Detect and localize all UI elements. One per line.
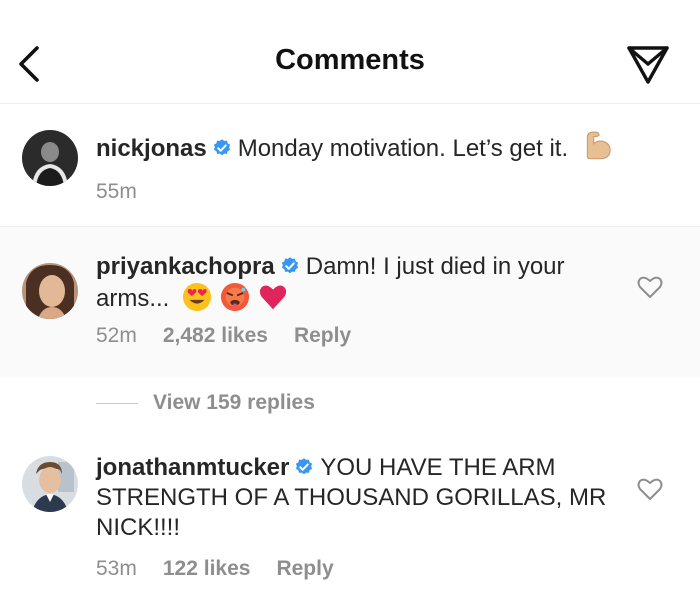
- username[interactable]: priyankachopra: [96, 253, 275, 280]
- comment-meta: 53m 122 likes Reply: [96, 557, 334, 581]
- caption-body: Monday motivation. Let’s get it.: [237, 135, 569, 162]
- comments-screen: Comments nickjonas Monday motivation. Let…: [0, 0, 700, 614]
- avatar[interactable]: [22, 130, 78, 186]
- username[interactable]: jonathanmtucker: [96, 454, 289, 481]
- paper-plane-icon: [627, 46, 669, 84]
- view-replies-label: View 159 replies: [153, 391, 315, 414]
- timestamp: 53m: [96, 557, 137, 580]
- red-heart-icon: [259, 285, 287, 310]
- likes-count[interactable]: 2,482 likes: [163, 324, 268, 347]
- page-title: Comments: [275, 44, 425, 76]
- reply-button[interactable]: Reply: [276, 557, 333, 580]
- comment-item: jonathanmtucker YOU HAVE THE ARM STRENGTH…: [0, 438, 700, 614]
- likes-count[interactable]: 122 likes: [163, 557, 251, 580]
- verified-badge-icon: [213, 139, 230, 156]
- verified-badge-icon: [281, 257, 298, 274]
- divider-line: [96, 402, 138, 404]
- view-replies-link[interactable]: View 159 replies: [96, 388, 315, 418]
- comment-item: priyankachopra Damn! I just died in your …: [0, 227, 700, 377]
- reply-button[interactable]: Reply: [294, 324, 351, 347]
- caption-meta: 55m: [96, 180, 137, 204]
- timestamp: 52m: [96, 324, 137, 347]
- header: Comments: [0, 0, 700, 104]
- heart-outline-icon: [637, 478, 663, 500]
- timestamp: 55m: [96, 180, 137, 203]
- share-button[interactable]: [622, 40, 674, 88]
- caption-text: nickjonas Monday motivation. Let’s get it…: [96, 129, 676, 164]
- comment-text: priyankachopra Damn! I just died in your …: [96, 252, 616, 314]
- hot-face-icon: [220, 282, 250, 312]
- comment-text: jonathanmtucker YOU HAVE THE ARM STRENGTH…: [96, 453, 616, 543]
- avatar[interactable]: [22, 263, 78, 319]
- heart-outline-icon: [637, 276, 663, 298]
- heart-eyes-face-icon: [182, 282, 212, 312]
- avatar[interactable]: [22, 456, 78, 512]
- like-button[interactable]: [636, 475, 664, 503]
- flexed-biceps-icon: [586, 131, 611, 160]
- comment-meta: 52m 2,482 likes Reply: [96, 324, 351, 348]
- username[interactable]: nickjonas: [96, 135, 207, 162]
- verified-badge-icon: [296, 458, 313, 475]
- post-caption: nickjonas Monday motivation. Let’s get it…: [0, 104, 700, 227]
- like-button[interactable]: [636, 273, 664, 301]
